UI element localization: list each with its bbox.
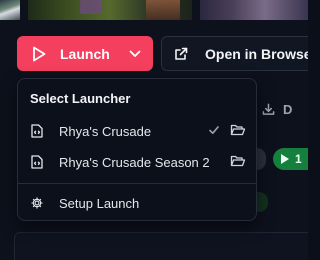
- folder-open-icon[interactable]: [230, 123, 246, 137]
- launcher-option[interactable]: Rhya's Crusade: [22, 117, 254, 145]
- open-in-browser-label: Open in Browser: [205, 45, 308, 62]
- play-count-badge: 1: [273, 148, 308, 170]
- launcher-option-label: Rhya's Crusade: [59, 123, 152, 139]
- download-label: D: [283, 101, 293, 117]
- screenshot-thumbnail[interactable]: [0, 0, 20, 20]
- menu-header: Select Launcher: [30, 91, 131, 106]
- launcher-option[interactable]: Rhya's Crusade Season 2: [22, 148, 254, 176]
- launch-label: Launch: [60, 45, 110, 62]
- setup-launch-label: Setup Launch: [59, 195, 140, 211]
- launcher-option-label: Rhya's Crusade Season 2: [59, 154, 210, 170]
- gear-icon: [30, 195, 44, 211]
- external-link-icon: [175, 47, 188, 60]
- file-code-icon: [30, 123, 44, 139]
- content-card: [14, 232, 308, 260]
- badge-text: 1: [295, 152, 302, 166]
- download-button[interactable]: D: [262, 96, 292, 122]
- launcher-dropdown-menu: Select Launcher Rhya's Crusade Rhya's Cr…: [17, 78, 257, 221]
- play-icon: [33, 46, 46, 61]
- launch-split-button: Launch: [17, 36, 153, 71]
- launch-button[interactable]: Launch: [17, 36, 117, 71]
- app-stage: D 1 Launch Open in Browser Select Launch…: [0, 0, 308, 260]
- check-icon: [209, 126, 219, 134]
- chevron-down-icon: [129, 50, 141, 57]
- download-icon: [262, 103, 275, 115]
- open-in-browser-button[interactable]: Open in Browser: [161, 36, 308, 71]
- screenshot-thumbnail[interactable]: [28, 0, 192, 20]
- play-icon: [281, 154, 289, 164]
- launcher-dropdown-toggle[interactable]: [117, 36, 153, 71]
- screenshot-thumbnail[interactable]: [200, 0, 308, 20]
- screenshot-strip: [0, 0, 308, 20]
- file-code-icon: [30, 154, 44, 170]
- setup-launch-option[interactable]: Setup Launch: [22, 189, 254, 217]
- folder-open-icon[interactable]: [230, 154, 246, 168]
- menu-divider: [18, 183, 256, 184]
